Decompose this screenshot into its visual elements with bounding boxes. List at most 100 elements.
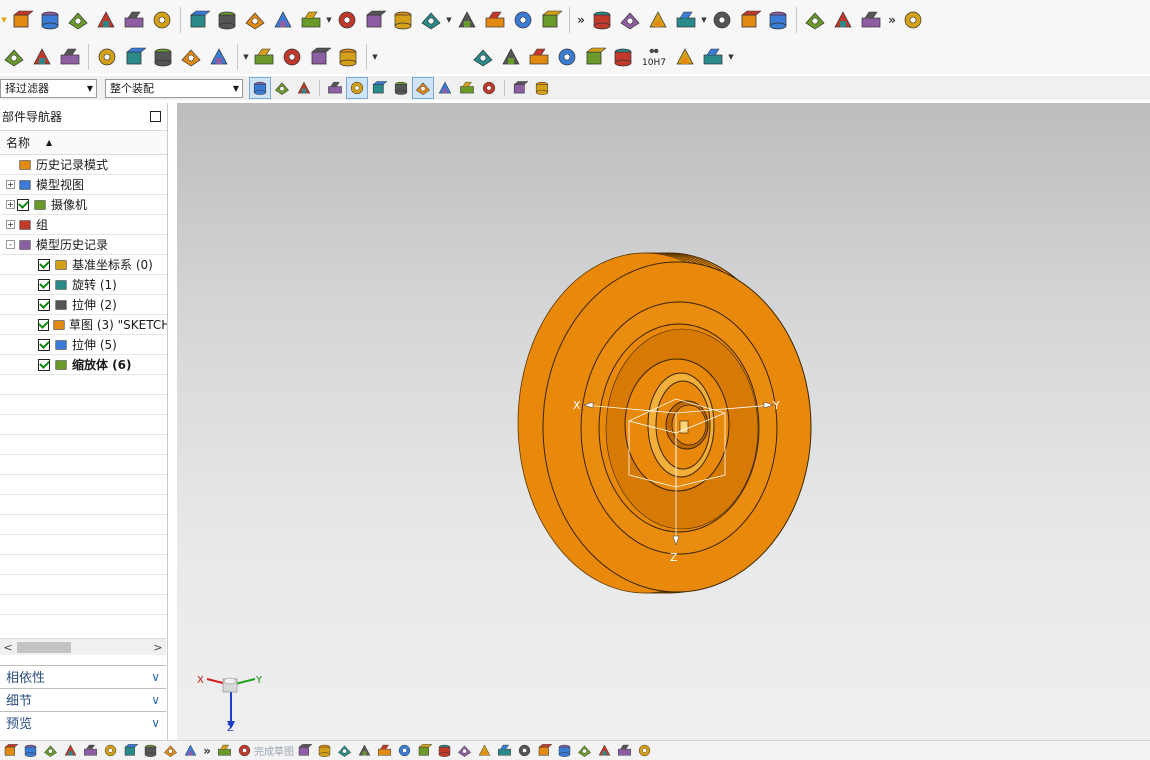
arc-icon[interactable] bbox=[334, 742, 354, 760]
chevron-down-icon[interactable]: ▼ bbox=[700, 16, 708, 24]
point-icon[interactable] bbox=[120, 742, 140, 760]
model-icon[interactable] bbox=[160, 742, 180, 760]
assembly-icon[interactable] bbox=[0, 42, 28, 72]
horizontal-scrollbar[interactable]: < > bbox=[0, 638, 166, 655]
part-icon[interactable] bbox=[180, 742, 200, 760]
details-panel[interactable]: 细节 ∨ bbox=[0, 688, 166, 710]
tangent-icon[interactable] bbox=[346, 77, 368, 99]
move-face-icon[interactable] bbox=[644, 5, 672, 35]
add-component-icon[interactable] bbox=[93, 42, 121, 72]
text-icon[interactable] bbox=[553, 42, 581, 72]
tolerance-button[interactable]: 10H7 bbox=[637, 42, 671, 72]
center-icon[interactable] bbox=[412, 77, 434, 99]
boss-icon[interactable] bbox=[148, 5, 176, 35]
measure-icon[interactable] bbox=[899, 5, 927, 35]
trace-icon[interactable] bbox=[214, 742, 234, 760]
thicken-icon[interactable] bbox=[417, 5, 445, 35]
expand-toggle[interactable]: + bbox=[6, 180, 15, 189]
expand-toggle[interactable]: - bbox=[6, 240, 15, 249]
replace-face-icon[interactable] bbox=[672, 5, 700, 35]
fillet-icon[interactable] bbox=[374, 742, 394, 760]
pattern-icon[interactable] bbox=[297, 5, 325, 35]
rectangle-icon[interactable] bbox=[414, 742, 434, 760]
chevron-down-icon[interactable]: ▼ bbox=[727, 53, 735, 61]
offset-icon[interactable] bbox=[474, 742, 494, 760]
pulley-model[interactable]: X Y Z X Y Z bbox=[177, 103, 1150, 740]
visibility-checkbox[interactable] bbox=[38, 258, 50, 271]
table-icon[interactable] bbox=[497, 42, 525, 72]
chamfer-icon[interactable] bbox=[588, 5, 616, 35]
constraint-icon[interactable] bbox=[121, 42, 149, 72]
line-icon[interactable] bbox=[314, 742, 334, 760]
move-icon[interactable] bbox=[80, 742, 100, 760]
visibility-checkbox[interactable] bbox=[38, 298, 50, 311]
visibility-checkbox[interactable] bbox=[38, 318, 49, 331]
weld-assy-icon[interactable] bbox=[699, 42, 727, 72]
dimension-icon[interactable] bbox=[574, 742, 594, 760]
scroll-right-icon[interactable]: > bbox=[150, 641, 166, 654]
through-curves-icon[interactable] bbox=[801, 5, 829, 35]
cylinder-icon[interactable] bbox=[36, 5, 64, 35]
component-icon[interactable] bbox=[28, 42, 56, 72]
emboss-icon[interactable] bbox=[241, 5, 269, 35]
tree-node[interactable]: 草图 (3) "SKETCH bbox=[0, 315, 167, 335]
save-icon[interactable] bbox=[0, 742, 20, 760]
boolean-unite-icon[interactable] bbox=[333, 5, 361, 35]
blend-icon[interactable] bbox=[537, 5, 565, 35]
surface-icon[interactable] bbox=[764, 5, 792, 35]
gear-icon[interactable] bbox=[306, 42, 334, 72]
block-icon[interactable] bbox=[8, 5, 36, 35]
weld-icon[interactable] bbox=[671, 42, 699, 72]
revolve-icon[interactable] bbox=[92, 5, 120, 35]
spring-icon[interactable] bbox=[278, 42, 306, 72]
draft-icon[interactable] bbox=[616, 5, 644, 35]
pmi-icon[interactable] bbox=[177, 42, 205, 72]
mesh-surface-icon[interactable] bbox=[829, 5, 857, 35]
project-icon[interactable] bbox=[634, 742, 654, 760]
quadrant-icon[interactable] bbox=[434, 77, 456, 99]
point-icon[interactable] bbox=[454, 742, 474, 760]
shell-icon[interactable] bbox=[509, 5, 537, 35]
snap-icon[interactable] bbox=[249, 77, 271, 99]
tree-node[interactable]: 拉伸 (5) bbox=[0, 335, 167, 355]
graphics-viewport[interactable]: X Y Z X Y Z bbox=[177, 103, 1150, 740]
polygon-icon[interactable] bbox=[434, 742, 454, 760]
wave-link-icon[interactable] bbox=[205, 42, 233, 72]
view-icon[interactable] bbox=[509, 77, 531, 99]
delete-face-icon[interactable] bbox=[708, 5, 736, 35]
arc-icon[interactable] bbox=[324, 77, 346, 99]
constraint-icon[interactable] bbox=[100, 742, 120, 760]
layer-icon[interactable] bbox=[531, 77, 553, 99]
add-icon[interactable] bbox=[60, 742, 80, 760]
overflow-icon[interactable]: » bbox=[574, 13, 588, 27]
tree-node[interactable]: 旋转 (1) bbox=[0, 275, 167, 295]
column-header-name[interactable]: 名称 ▲ bbox=[0, 131, 167, 155]
sync-modeling-icon[interactable] bbox=[736, 5, 764, 35]
chevron-down-icon[interactable]: ▼ bbox=[371, 53, 379, 61]
extrude-icon[interactable] bbox=[64, 5, 92, 35]
trim-icon[interactable] bbox=[494, 742, 514, 760]
filter-select[interactable]: 择过滤器 ▼ bbox=[0, 78, 97, 98]
midpoint-icon[interactable] bbox=[390, 77, 412, 99]
scroll-left-icon[interactable]: < bbox=[0, 641, 16, 654]
visibility-checkbox[interactable] bbox=[38, 338, 50, 351]
corner-icon[interactable] bbox=[534, 742, 554, 760]
triangle-icon[interactable] bbox=[469, 42, 497, 72]
hole-icon[interactable] bbox=[120, 5, 148, 35]
assembly-icon[interactable] bbox=[20, 742, 40, 760]
tree-node[interactable]: + 摄像机 bbox=[0, 195, 167, 215]
split-body-icon[interactable] bbox=[481, 5, 509, 35]
mirror-icon[interactable] bbox=[594, 742, 614, 760]
constraint-icon[interactable] bbox=[554, 742, 574, 760]
mirror-icon[interactable] bbox=[361, 5, 389, 35]
sweep-icon[interactable] bbox=[389, 5, 417, 35]
tree-node[interactable]: 历史记录模式 bbox=[0, 155, 167, 175]
circle-icon[interactable] bbox=[354, 742, 374, 760]
pattern-icon[interactable] bbox=[614, 742, 634, 760]
dependency-panel[interactable]: 相依性 ∨ bbox=[0, 665, 166, 687]
grid-icon[interactable] bbox=[525, 42, 553, 72]
finish-sketch-label[interactable]: 完成草图 bbox=[254, 743, 294, 758]
tree-node[interactable]: 基准坐标系 (0) bbox=[0, 255, 167, 275]
endpoint-icon[interactable] bbox=[368, 77, 390, 99]
tree-node[interactable]: - 模型历史记录 bbox=[0, 235, 167, 255]
